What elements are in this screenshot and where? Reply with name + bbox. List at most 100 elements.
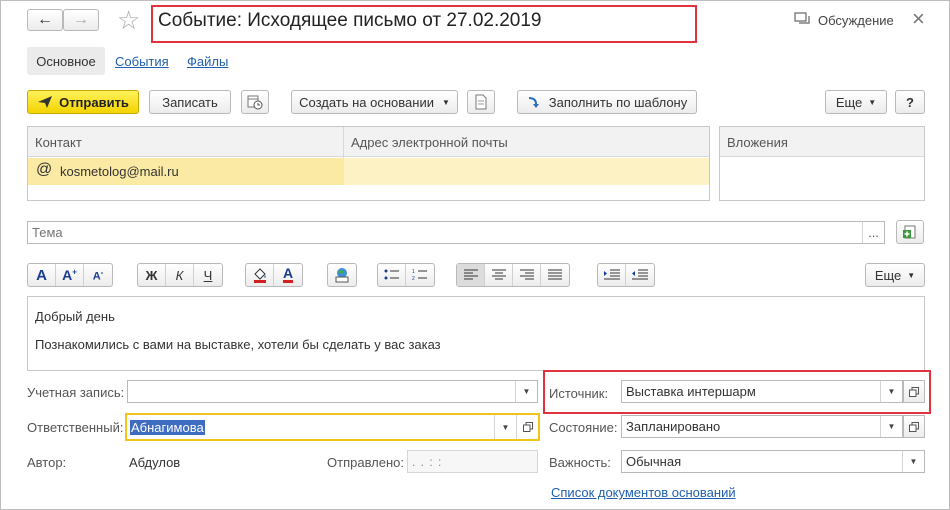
save-button[interactable]: Записать <box>149 90 231 114</box>
dropdown-arrow-icon[interactable]: ▼ <box>880 416 902 437</box>
documents-basis-link[interactable]: Список документов оснований <box>551 485 736 500</box>
numbered-list-icon: 12 <box>412 269 427 282</box>
close-icon[interactable]: × <box>912 6 925 32</box>
state-open-button[interactable] <box>903 415 925 438</box>
underline-button[interactable]: Ч <box>194 264 222 286</box>
increase-font-icon: A+ <box>62 267 77 283</box>
italic-icon: К <box>175 267 184 283</box>
create-based-on-button[interactable]: Создать на основании ▼ <box>291 90 458 114</box>
state-label: Состояние: <box>549 420 618 435</box>
increase-indent-button[interactable] <box>598 264 626 286</box>
discussion-link[interactable]: Обсуждение <box>818 13 894 28</box>
dropdown-arrow-icon: ▼ <box>907 270 916 280</box>
forward-button[interactable]: → <box>63 9 99 31</box>
more-button[interactable]: Еще ▼ <box>825 90 887 114</box>
format-more-button[interactable]: Еще ▼ <box>865 263 925 287</box>
more-button-label: Еще <box>835 94 863 110</box>
message-body-editor[interactable]: Добрый день Познакомились с вами на выст… <box>27 296 925 371</box>
align-right-button[interactable] <box>513 264 541 286</box>
at-sign-icon: @ <box>36 161 53 178</box>
italic-button[interactable]: К <box>166 264 194 286</box>
responsible-field[interactable]: Абнагимова ▼ <box>125 413 540 441</box>
attachments-panel[interactable]: Вложения <box>719 126 925 201</box>
schedule-button[interactable] <box>241 90 269 114</box>
font-a-icon: A <box>36 266 47 284</box>
subject-input[interactable] <box>28 224 862 241</box>
state-field[interactable]: Запланировано ▼ <box>621 415 903 438</box>
fill-template-icon <box>528 97 539 108</box>
dropdown-arrow-icon: ▼ <box>441 97 450 107</box>
table-cell-contact: kosmetolog@mail.ru <box>60 164 179 179</box>
dropdown-arrow-icon: ▼ <box>868 97 877 107</box>
dropdown-arrow-icon[interactable]: ▼ <box>902 451 924 472</box>
bold-button[interactable]: Ж <box>138 264 166 286</box>
decrease-indent-icon <box>632 269 648 280</box>
align-group <box>456 263 570 287</box>
sent-value: . . : : <box>412 454 443 469</box>
account-field[interactable]: ▼ <box>127 380 538 403</box>
insert-image-icon <box>335 268 349 283</box>
numbered-list-button[interactable]: 12 <box>406 264 434 286</box>
subject-select-button[interactable]: ... <box>862 222 884 243</box>
body-line-text: Познакомились с вами на выставке, хотели… <box>35 337 441 352</box>
underline-icon: Ч <box>203 267 213 283</box>
indent-group <box>597 263 655 287</box>
decrease-indent-button[interactable] <box>626 264 654 286</box>
back-arrow-icon: ← <box>37 11 53 28</box>
increase-font-button[interactable]: A+ <box>56 264 84 286</box>
bullet-list-icon <box>384 269 399 280</box>
decrease-font-button[interactable]: A- <box>84 264 112 286</box>
responsible-value-wrapper: Абнагимова <box>127 419 494 435</box>
subject-field[interactable]: ... <box>27 221 885 244</box>
document-button[interactable] <box>467 90 495 114</box>
discussion-icon[interactable] <box>794 12 812 28</box>
align-left-button[interactable] <box>457 264 485 286</box>
importance-label: Важность: <box>549 455 611 470</box>
send-icon <box>38 96 53 108</box>
tab-events[interactable]: События <box>115 54 169 69</box>
send-button-label: Отправить <box>59 94 129 110</box>
title-highlight-box <box>151 5 697 43</box>
text-color-icon: A <box>282 265 294 283</box>
column-header-email[interactable]: Адрес электронной почты <box>351 135 508 150</box>
bullet-list-button[interactable] <box>378 264 406 286</box>
help-button[interactable]: ? <box>895 90 925 114</box>
font-size-group: A A+ A- <box>27 263 113 287</box>
column-header-contact[interactable]: Контакт <box>35 135 82 150</box>
help-button-label: ? <box>906 94 914 110</box>
font-bold-style-button[interactable]: A <box>28 264 56 286</box>
table-row[interactable]: @ kosmetolog@mail.ru <box>28 158 709 185</box>
state-value: Запланировано <box>626 419 721 434</box>
open-icon <box>909 421 919 432</box>
align-center-button[interactable] <box>485 264 513 286</box>
paint-bucket-icon <box>253 268 266 283</box>
svg-text:1: 1 <box>412 269 415 275</box>
table-cell-email[interactable] <box>344 158 709 185</box>
forward-arrow-icon: → <box>73 11 89 28</box>
dropdown-arrow-icon[interactable]: ▼ <box>494 415 516 439</box>
align-center-icon <box>491 269 506 280</box>
sent-label: Отправлено: <box>327 455 405 470</box>
align-justify-icon <box>548 269 562 280</box>
author-value: Абдулов <box>129 455 181 470</box>
send-button[interactable]: Отправить <box>27 90 139 114</box>
fill-by-template-button[interactable]: Заполнить по шаблону <box>517 90 697 114</box>
tab-main[interactable]: Основное <box>27 47 105 75</box>
dropdown-arrow-icon[interactable]: ▼ <box>515 381 537 402</box>
text-color-button[interactable]: A <box>274 264 302 286</box>
tab-main-label: Основное <box>36 53 96 69</box>
insert-image-button[interactable] <box>328 264 356 286</box>
open-icon[interactable] <box>516 415 538 439</box>
back-button[interactable]: ← <box>27 9 63 31</box>
insert-template-button[interactable] <box>896 220 924 244</box>
create-based-on-label: Создать на основании <box>299 94 434 110</box>
calendar-clock-icon <box>247 95 263 110</box>
importance-field[interactable]: Обычная ▼ <box>621 450 925 473</box>
favorite-star-icon[interactable]: ☆ <box>117 5 140 36</box>
align-left-icon <box>463 269 478 280</box>
bold-icon: Ж <box>145 267 158 283</box>
background-color-button[interactable] <box>246 264 274 286</box>
tab-files[interactable]: Файлы <box>187 54 228 69</box>
responsible-label: Ответственный: <box>27 420 124 435</box>
align-justify-button[interactable] <box>541 264 569 286</box>
